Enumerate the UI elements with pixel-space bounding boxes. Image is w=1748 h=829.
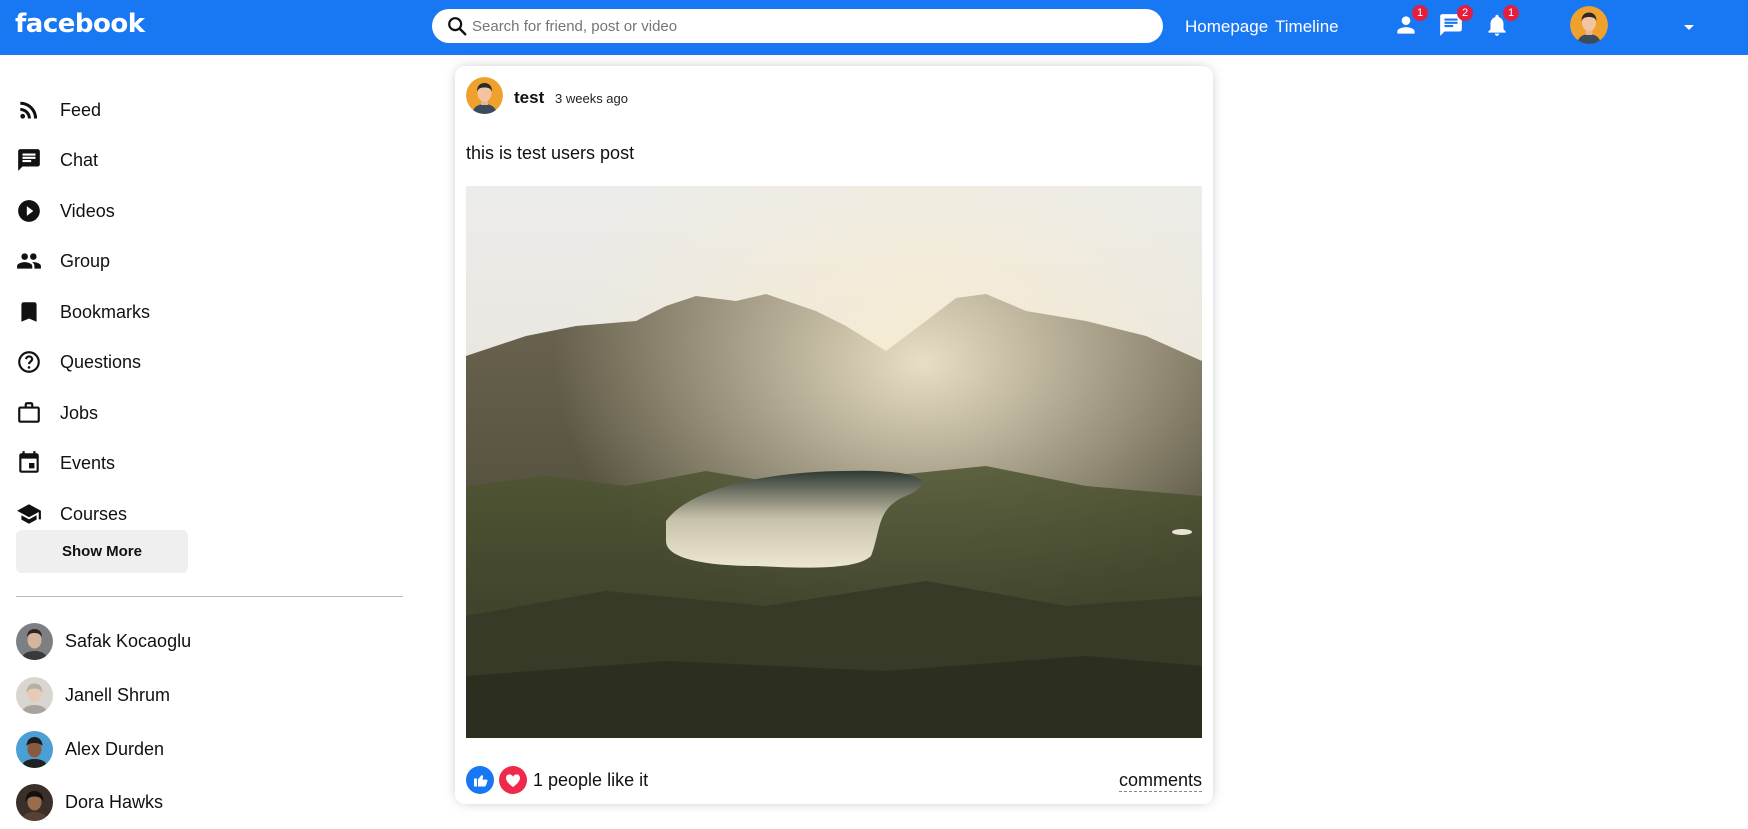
sidebar-item-label: Feed	[60, 99, 102, 120]
friend-name: Safak Kocaoglu	[65, 630, 192, 651]
comments-link[interactable]: comments	[1118, 770, 1202, 792]
friend-name: Alex Durden	[65, 738, 165, 759]
search-bar[interactable]	[432, 9, 1163, 43]
rss-feed-icon	[16, 97, 42, 123]
friend-name: Dora Hawks	[65, 791, 164, 812]
left-sidebar: Feed Chat Videos Group Bookmarks Questio…	[0, 55, 405, 829]
sidebar-divider	[16, 596, 403, 597]
timeline-link[interactable]: Timeline	[1275, 17, 1339, 37]
chat-icon	[16, 147, 42, 173]
post-card: test 3 weeks ago this is test users post	[455, 66, 1213, 804]
sidebar-item-label: Events	[60, 452, 116, 473]
friend-requests-button[interactable]: 1	[1393, 5, 1428, 38]
sidebar-item-videos[interactable]: Videos	[16, 193, 115, 229]
avatar	[16, 676, 53, 714]
work-outline-icon	[16, 400, 42, 426]
sidebar-item-label: Videos	[60, 200, 115, 221]
sidebar-item-label: Group	[60, 250, 111, 271]
sidebar-item-label: Chat	[60, 149, 99, 170]
sidebar-item-label: Bookmarks	[60, 301, 151, 322]
avatar	[16, 622, 53, 660]
sidebar-item-group[interactable]: Group	[16, 243, 110, 279]
avatar	[16, 783, 53, 821]
post-username[interactable]: test	[514, 88, 544, 108]
homepage-link[interactable]: Homepage	[1185, 17, 1268, 37]
help-outline-icon	[16, 349, 42, 375]
friend-item[interactable]: Dora Hawks	[16, 783, 163, 821]
post-image[interactable]	[466, 186, 1202, 738]
sidebar-item-events[interactable]: Events	[16, 445, 115, 481]
friend-item[interactable]: Janell Shrum	[16, 676, 170, 714]
bookmark-icon	[16, 299, 42, 325]
friend-name: Janell Shrum	[65, 684, 171, 705]
sidebar-item-bookmarks[interactable]: Bookmarks	[16, 294, 150, 330]
search-icon	[448, 17, 467, 36]
search-input[interactable]	[472, 9, 1142, 43]
notifications-badge: 1	[1503, 5, 1519, 21]
thumbs-up-icon	[474, 775, 488, 787]
like-count: 1 people like it	[533, 770, 649, 790]
friend-item[interactable]: Safak Kocaoglu	[16, 622, 191, 660]
post-text: this is test users post	[466, 143, 635, 163]
chevron-down-icon[interactable]	[1682, 20, 1696, 34]
post-timestamp: 3 weeks ago	[555, 91, 628, 106]
facebook-logo[interactable]: facebook	[15, 9, 145, 39]
avatar	[16, 730, 53, 768]
group-icon	[16, 248, 42, 274]
sidebar-item-jobs[interactable]: Jobs	[16, 395, 98, 431]
sidebar-item-label: Questions	[60, 351, 142, 372]
post-footer: 1 people like it comments	[466, 766, 1202, 794]
notifications-button[interactable]: 1	[1484, 5, 1519, 38]
show-more-button[interactable]: Show More	[16, 530, 188, 573]
messages-badge: 2	[1457, 5, 1473, 21]
avatar[interactable]	[466, 77, 503, 114]
friend-item[interactable]: Alex Durden	[16, 730, 164, 768]
sidebar-item-label: Jobs	[60, 402, 99, 423]
messages-button[interactable]: 2	[1438, 5, 1473, 38]
like-button[interactable]	[466, 766, 494, 794]
love-button[interactable]	[499, 766, 527, 794]
sidebar-item-label: Courses	[60, 503, 128, 524]
heart-icon	[506, 774, 520, 787]
sidebar-item-questions[interactable]: Questions	[16, 344, 141, 380]
sidebar-item-courses[interactable]: Courses	[16, 496, 127, 532]
sidebar-item-chat[interactable]: Chat	[16, 142, 98, 178]
top-navbar: facebook Homepage Timeline 1 2 1	[0, 0, 1748, 55]
friend-requests-badge: 1	[1412, 5, 1428, 21]
event-icon	[16, 450, 42, 476]
sidebar-item-feed[interactable]: Feed	[16, 92, 101, 128]
school-icon	[16, 501, 42, 527]
play-circle-icon	[16, 198, 42, 224]
profile-avatar[interactable]	[1570, 6, 1608, 44]
